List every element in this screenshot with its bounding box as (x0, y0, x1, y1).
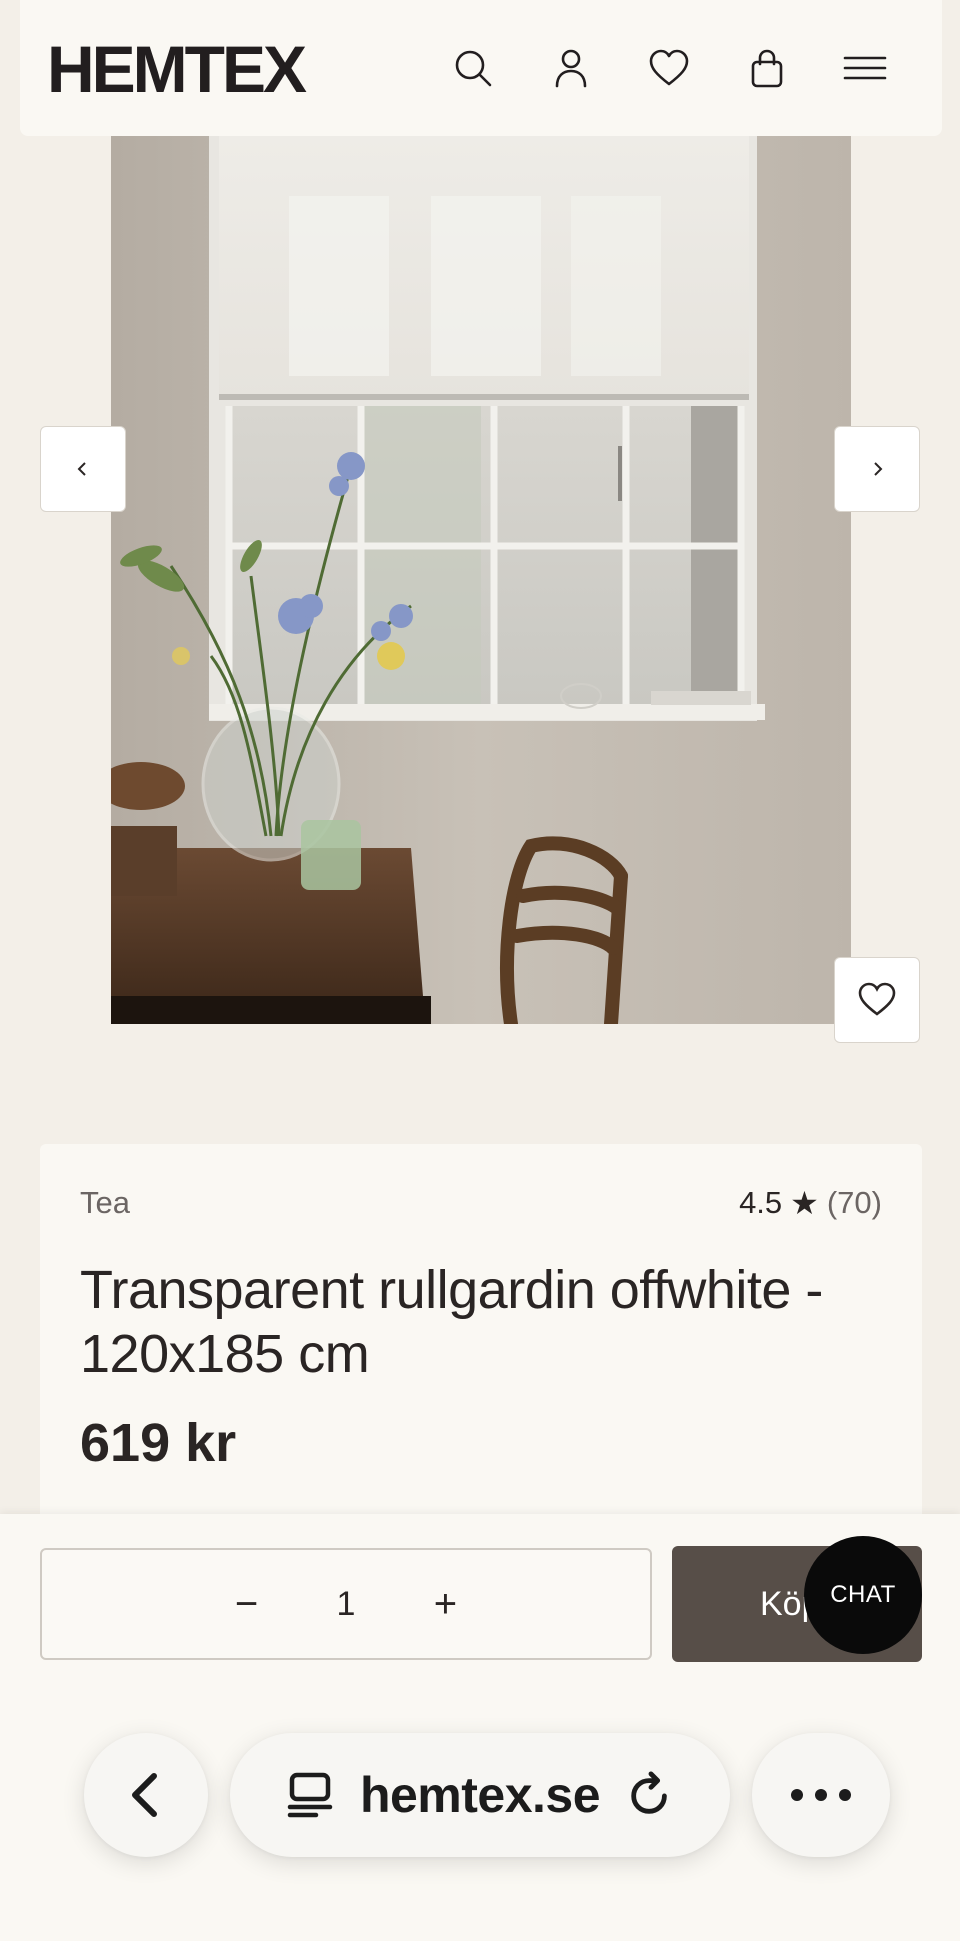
product-price: 619 kr (80, 1413, 237, 1473)
wishlist-button[interactable] (620, 28, 718, 108)
bag-icon (751, 49, 783, 88)
rating-score: 4.5 (739, 1185, 783, 1220)
review-count: (70) (826, 1185, 882, 1220)
chat-button-label: CHAT (830, 1581, 896, 1608)
account-button[interactable] (522, 28, 620, 108)
browser-more-button[interactable] (752, 1733, 890, 1857)
back-arrow-icon (132, 1773, 157, 1817)
product-title: Transparent rullgardin offwhite - 120x18… (80, 1260, 823, 1384)
browser-back-button[interactable] (84, 1733, 208, 1857)
search-button[interactable] (424, 28, 522, 108)
heart-icon (858, 982, 896, 1016)
hemtex-logo[interactable]: HEMTEX (47, 31, 307, 107)
product-rating[interactable]: 4.5 ★ (70) (739, 1184, 882, 1222)
chevron-left-icon (77, 462, 86, 476)
wishlist-icon (649, 49, 689, 86)
chat-button[interactable]: CHAT (804, 1536, 922, 1654)
search-icon (455, 50, 492, 87)
product-gallery (0, 0, 960, 1080)
product-color: Tea (80, 1185, 130, 1220)
quantity-decrease-button[interactable]: − (227, 1584, 267, 1624)
gallery-next-button[interactable] (834, 426, 920, 512)
account-icon (555, 49, 587, 88)
quantity-increase-button[interactable]: + (425, 1584, 465, 1624)
cart-button[interactable] (718, 28, 816, 108)
tabs-icon (287, 1772, 333, 1818)
address-bar[interactable]: hemtex.se (230, 1733, 730, 1857)
browser-toolbar: hemtex.se (0, 1720, 960, 1941)
more-dots-icon (791, 1789, 851, 1801)
product-image[interactable] (111, 136, 851, 1024)
reload-icon[interactable] (626, 1771, 674, 1819)
chevron-right-icon (874, 462, 883, 476)
star-icon: ★ (790, 1185, 819, 1221)
menu-button[interactable] (816, 28, 914, 108)
quantity-value: 1 (336, 1584, 356, 1623)
quantity-stepper: − 1 + (40, 1548, 652, 1660)
menu-icon (843, 56, 887, 80)
gallery-prev-button[interactable] (40, 426, 126, 512)
url-text: hemtex.se (359, 1767, 601, 1823)
favorite-button[interactable] (834, 957, 920, 1043)
site-header: HEMTEX (20, 0, 942, 136)
product-info-card: Tea 4.5 ★ (70) Transparent rullgardin of… (40, 1144, 922, 1544)
header-actions (424, 28, 914, 108)
